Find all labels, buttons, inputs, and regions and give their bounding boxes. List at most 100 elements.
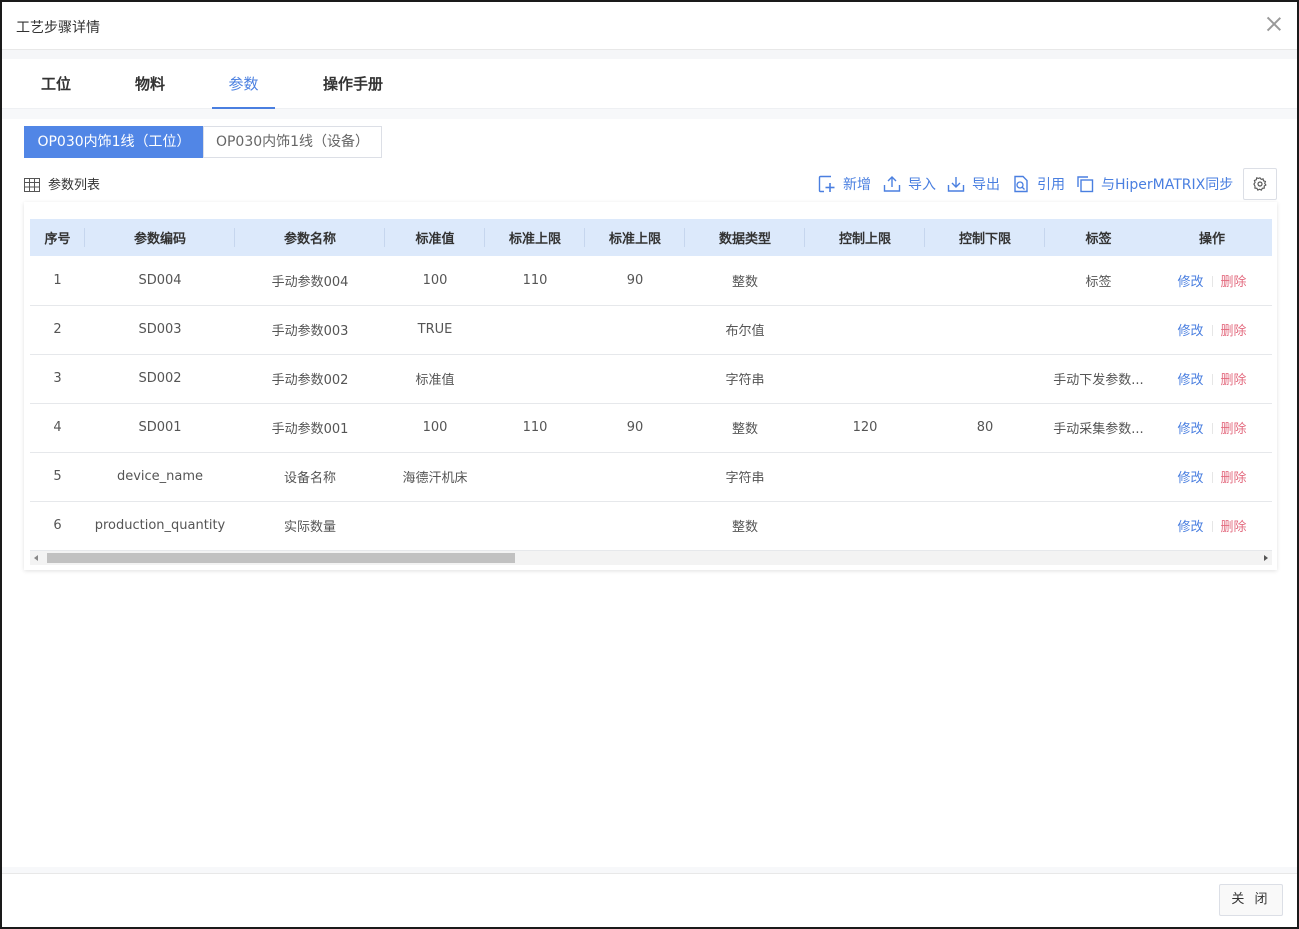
cell-std-upper-2: 90: [585, 256, 685, 306]
delete-link[interactable]: 删除: [1221, 373, 1247, 388]
cell-data-type: 字符串: [685, 354, 805, 404]
close-button[interactable]: 关 闭: [1219, 884, 1283, 916]
cell-index: 4: [30, 403, 85, 453]
col-header-actions: 操作: [1152, 219, 1272, 256]
cell-actions: 修改 删除: [1152, 354, 1272, 404]
action-divider: [1211, 472, 1213, 483]
cell-ctrl-lower: [925, 305, 1045, 355]
col-header-index[interactable]: 序号: [30, 219, 85, 256]
tab-manual[interactable]: 操作手册: [320, 59, 386, 109]
cell-code: SD003: [85, 305, 235, 355]
col-header-std-upper-2[interactable]: 标准上限: [585, 219, 685, 256]
edit-link[interactable]: 修改: [1177, 471, 1203, 486]
cell-name: 实际数量: [235, 501, 385, 551]
edit-link[interactable]: 修改: [1177, 324, 1203, 339]
cell-ctrl-lower: [925, 452, 1045, 502]
dialog-header: 工艺步骤详情: [2, 2, 1297, 50]
col-header-tag[interactable]: 标签: [1045, 219, 1152, 256]
table-row: 3 SD002 手动参数002 标准值 字符串 手动下发参数... 修改 删除: [30, 354, 1272, 404]
cell-data-type: 整数: [685, 256, 805, 306]
cell-ctrl-upper: [805, 501, 925, 551]
cell-ctrl-upper: 120: [805, 403, 925, 453]
cell-tag: [1045, 305, 1152, 355]
cell-index: 6: [30, 501, 85, 551]
cell-standard: [385, 501, 485, 551]
cell-ctrl-lower: 80: [925, 403, 1045, 453]
reference-icon: [1014, 175, 1028, 193]
cell-tag: 手动下发参数...: [1045, 354, 1152, 404]
cell-std-upper-2: [585, 452, 685, 502]
cell-data-type: 布尔值: [685, 305, 805, 355]
cell-data-type: 整数: [685, 403, 805, 453]
segment-station[interactable]: OP030内饰1线（工位）: [24, 126, 204, 158]
col-header-code[interactable]: 参数编码: [85, 219, 235, 256]
cell-standard: 100: [385, 256, 485, 306]
delete-link[interactable]: 删除: [1221, 275, 1247, 290]
cell-std-upper: [485, 305, 585, 355]
cell-ctrl-lower: [925, 354, 1045, 404]
cell-std-upper: 110: [485, 256, 585, 306]
action-divider: [1211, 374, 1213, 385]
action-divider: [1211, 423, 1213, 434]
action-divider: [1211, 325, 1213, 336]
cell-standard: 标准值: [385, 354, 485, 404]
delete-link[interactable]: 删除: [1221, 520, 1247, 535]
edit-link[interactable]: 修改: [1177, 373, 1203, 388]
table-row: 1 SD004 手动参数004 100 110 90 整数 标签 修改 删除: [30, 256, 1272, 306]
cell-code: device_name: [85, 452, 235, 502]
cell-code: SD001: [85, 403, 235, 453]
tab-material[interactable]: 物料: [132, 59, 168, 109]
parameter-table: 序号 参数编码 参数名称 标准值 标准上限 标准上限 数据类型 控制上限 控制下…: [30, 219, 1272, 551]
cell-ctrl-lower: [925, 501, 1045, 551]
dialog-title: 工艺步骤详情: [16, 20, 100, 36]
edit-link[interactable]: 修改: [1177, 422, 1203, 437]
tab-divider: [2, 109, 1297, 119]
segment-device[interactable]: OP030内饰1线（设备）: [203, 126, 382, 158]
cell-std-upper: [485, 501, 585, 551]
upload-icon: [883, 176, 901, 192]
reference-label: 引用: [1037, 177, 1065, 193]
delete-link[interactable]: 删除: [1221, 422, 1247, 437]
scroll-left-arrow-icon[interactable]: [34, 555, 38, 561]
tab-station[interactable]: 工位: [38, 59, 74, 109]
cell-ctrl-upper: [805, 354, 925, 404]
col-header-ctrl-lower[interactable]: 控制下限: [925, 219, 1045, 256]
list-label: 参数列表: [24, 174, 100, 196]
delete-link[interactable]: 删除: [1221, 324, 1247, 339]
scroll-right-arrow-icon[interactable]: [1264, 555, 1268, 561]
col-header-std-upper[interactable]: 标准上限: [485, 219, 585, 256]
cell-code: production_quantity: [85, 501, 235, 551]
horizontal-scrollbar[interactable]: [30, 551, 1272, 565]
column-settings-button[interactable]: [1243, 168, 1277, 200]
header-divider: [2, 50, 1297, 59]
cell-standard: 100: [385, 403, 485, 453]
cell-actions: 修改 删除: [1152, 501, 1272, 551]
col-header-name[interactable]: 参数名称: [235, 219, 385, 256]
cell-std-upper-2: 90: [585, 403, 685, 453]
dialog-footer: 关 闭: [2, 873, 1297, 927]
cell-tag: [1045, 452, 1152, 502]
col-header-standard[interactable]: 标准值: [385, 219, 485, 256]
cell-name: 设备名称: [235, 452, 385, 502]
table-row: 6 production_quantity 实际数量 整数 修改 删除: [30, 501, 1272, 551]
cell-std-upper-2: [585, 305, 685, 355]
cell-actions: 修改 删除: [1152, 256, 1272, 306]
add-icon: [818, 175, 835, 193]
cell-name: 手动参数003: [235, 305, 385, 355]
close-icon[interactable]: [1265, 15, 1283, 33]
cell-actions: 修改 删除: [1152, 452, 1272, 502]
edit-link[interactable]: 修改: [1177, 275, 1203, 290]
cell-tag: [1045, 501, 1152, 551]
table-body: 1 SD004 手动参数004 100 110 90 整数 标签 修改 删除 2 SD003 手动参数0…: [30, 256, 1272, 551]
action-divider: [1211, 275, 1213, 287]
cell-code: SD002: [85, 354, 235, 404]
cell-actions: 修改 删除: [1152, 305, 1272, 355]
delete-link[interactable]: 删除: [1221, 471, 1247, 486]
cell-name: 手动参数002: [235, 354, 385, 404]
col-header-data-type[interactable]: 数据类型: [685, 219, 805, 256]
col-header-ctrl-upper[interactable]: 控制上限: [805, 219, 925, 256]
tab-parameters[interactable]: 参数: [212, 59, 275, 109]
edit-link[interactable]: 修改: [1177, 520, 1203, 535]
scrollbar-thumb[interactable]: [47, 553, 515, 563]
parameter-table-panel: 序号 参数编码 参数名称 标准值 标准上限 标准上限 数据类型 控制上限 控制下…: [24, 202, 1277, 570]
